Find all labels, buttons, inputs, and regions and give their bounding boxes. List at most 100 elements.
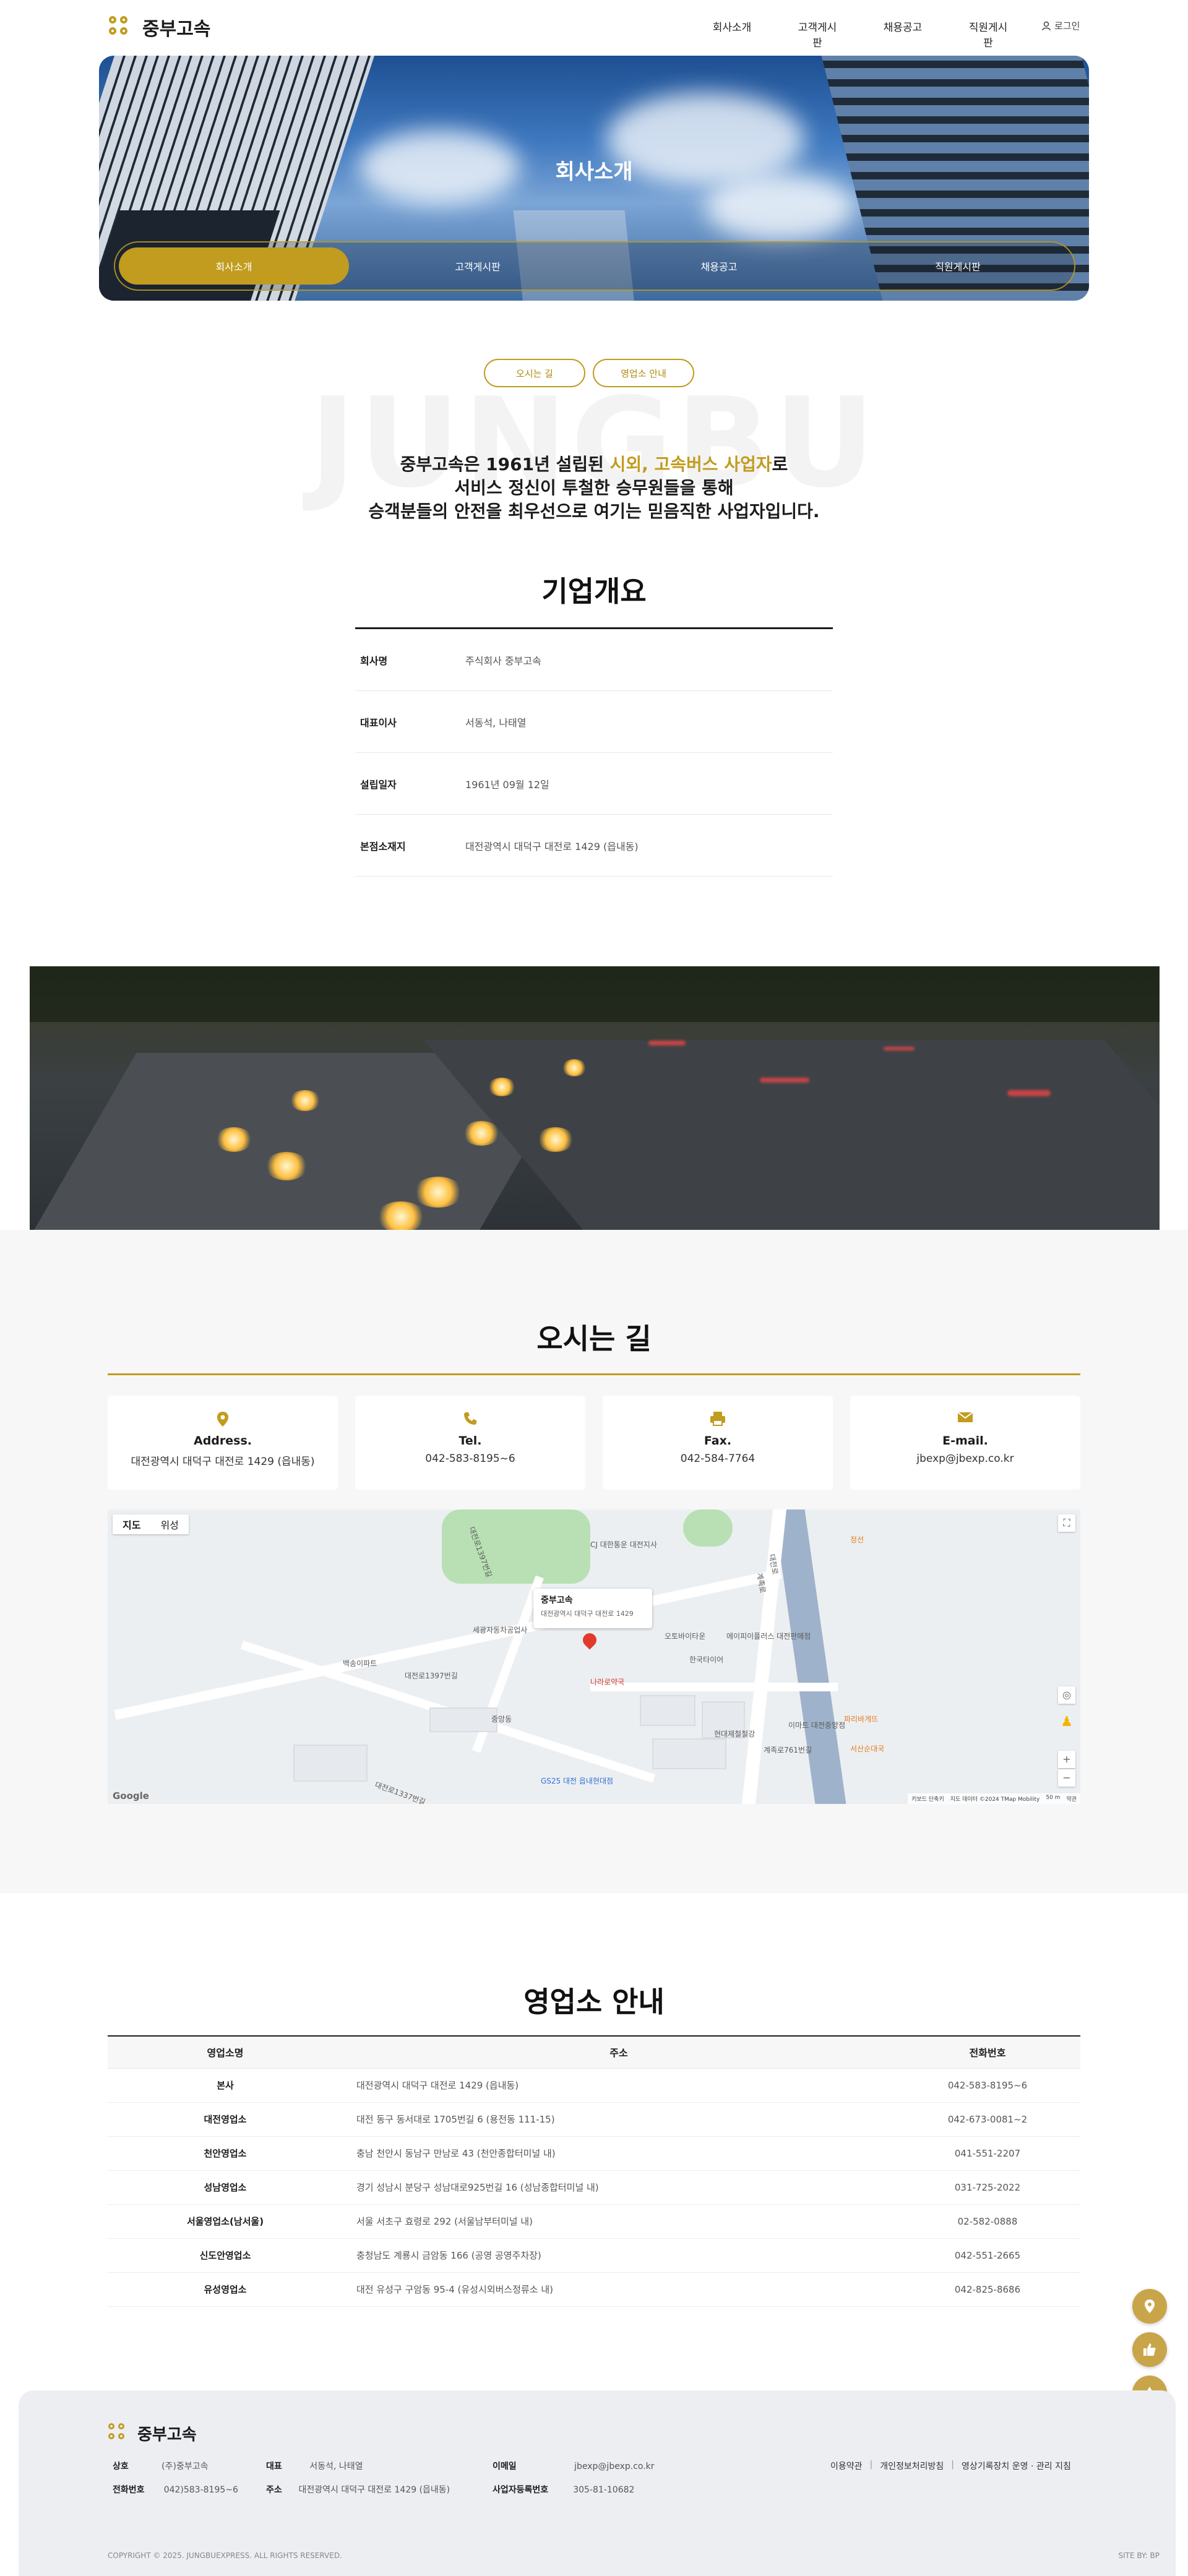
map-shortcuts-link[interactable]: 키보드 단축키 <box>911 1795 944 1803</box>
footer-logo-text: 중부고속 <box>137 2425 197 2444</box>
map-tab-satellite[interactable]: 위성 <box>150 1514 188 1534</box>
site-header: 중부고속 회사소개 고객게시판 채용공고 직원게시판 로그인 <box>0 0 1188 54</box>
map-label: CJ 대한통운 대전지사 <box>590 1540 657 1549</box>
headlight <box>290 1090 321 1111</box>
site-logo[interactable]: 중부고속 <box>108 14 210 41</box>
card-value: 대전광역시 대덕구 대전로 1429 (읍내동) <box>131 1456 315 1468</box>
highway-road-right <box>424 1041 1160 1230</box>
site-footer: 중부고속 상호 (주)중부고속 대표 서동석, 나태열 이메일 jbexp@jb… <box>19 2390 1176 2576</box>
google-logo: Google <box>113 1790 149 1801</box>
footer-link-terms[interactable]: 이용약관 <box>830 2460 863 2472</box>
email-card: E-mail. jbexp@jbexp.co.kr <box>850 1396 1080 1490</box>
headlight <box>537 1127 574 1152</box>
nav-item-recruit[interactable]: 채용공고 <box>879 19 927 49</box>
footer-tel: 전화번호 042)583-8195~6 <box>113 2485 238 2495</box>
map-data-credit: 지도 데이터 ©2024 TMap Mobility <box>950 1797 1040 1803</box>
printer-icon <box>709 1410 726 1428</box>
footer-link-privacy[interactable]: 개인정보처리방침 <box>880 2460 944 2472</box>
card-value: 042-583-8195~6 <box>425 1453 515 1465</box>
branch-address: 충청남도 계룡시 금암동 166 (공영 공영주차장) <box>343 2238 895 2273</box>
footer-email: 이메일 jbexp@jbexp.co.kr <box>493 2462 655 2471</box>
branch-address: 대전 유성구 구암동 95-4 (유성시외버스정류소 내) <box>343 2272 895 2307</box>
branch-address: 대전광역시 대덕구 대전로 1429 (읍내동) <box>343 2068 895 2103</box>
col-header-name: 영업소명 <box>108 2036 343 2069</box>
col-header-address: 주소 <box>343 2036 895 2069</box>
overview-label: 대표이사 <box>360 716 397 729</box>
fullscreen-icon[interactable]: ⛶ <box>1058 1514 1075 1532</box>
map-label: 나라로약국 <box>590 1678 625 1686</box>
headlight <box>215 1127 252 1152</box>
overview-value: 서동석, 나태열 <box>465 716 527 729</box>
login-link[interactable]: 로그인 <box>1042 19 1080 32</box>
hero-tab-bar: 회사소개 고객게시판 채용공고 직원게시판 <box>114 241 1075 291</box>
phone-icon <box>462 1410 479 1428</box>
branch-name: 신도안영업소 <box>108 2238 343 2273</box>
intro-line-1: 중부고속은 1961년 설립된 시외, 고속버스 사업자로 <box>400 454 788 474</box>
map-type-toggle: 지도 위성 <box>113 1514 189 1534</box>
branches-title: 영업소 안내 <box>523 1985 665 2019</box>
card-title: E-mail. <box>942 1434 988 1448</box>
hero-tab-company[interactable]: 회사소개 <box>119 247 349 285</box>
map-label: GS25 대전 읍내현대점 <box>541 1777 614 1785</box>
map-block <box>652 1738 726 1769</box>
footer-links: 이용약관 | 개인정보처리방침 | 영상기록장치 운영 · 관리 지침 <box>830 2460 1071 2472</box>
branch-address: 서울 서초구 효령로 292 (서울남부터미널 내) <box>343 2204 895 2239</box>
footer-link-separator: | <box>951 2460 955 2470</box>
address-card: Address. 대전광역시 대덕구 대전로 1429 (읍내동) <box>108 1396 338 1490</box>
google-map[interactable]: CJ 대한통운 대전지사 대전로1397번길 대전로1337번길 백송이파트 나… <box>108 1509 1080 1804</box>
overview-label: 회사명 <box>360 655 388 667</box>
map-attribution: 키보드 단축키 지도 데이터 ©2024 TMap Mobility 50 m … <box>908 1793 1080 1804</box>
map-tab-map[interactable]: 지도 <box>113 1514 150 1534</box>
map-block <box>429 1707 497 1732</box>
branch-name: 대전영업소 <box>108 2102 343 2137</box>
nav-item-company[interactable]: 회사소개 <box>708 19 756 49</box>
overview-table: 회사명 주식회사 중부고속 대표이사 서동석, 나태열 설립일자 1961년 0… <box>355 627 833 877</box>
map-label: 백송이파트 <box>343 1659 377 1668</box>
nav-item-staff-board[interactable]: 직원게시판 <box>964 19 1012 49</box>
branch-phone: 031-725-2022 <box>895 2170 1080 2205</box>
footer-biz-number: 사업자등록번호 305-81-10682 <box>493 2485 635 2495</box>
map-label: 중앙동 <box>491 1715 512 1724</box>
map-info-window: 중부고속 대전광역시 대덕구 대전로 1429 <box>533 1589 652 1628</box>
pill-location[interactable]: 오시는 길 <box>484 359 585 387</box>
branch-name: 성남영업소 <box>108 2170 343 2205</box>
table-header-row: 영업소명 주소 전화번호 <box>108 2036 1080 2069</box>
table-row: 대전영업소 대전 동구 동서대로 1705번길 6 (용전동 111-15) 0… <box>108 2102 1080 2137</box>
branch-phone: 042-551-2665 <box>895 2238 1080 2273</box>
card-value: 042-584-7764 <box>680 1453 755 1465</box>
zoom-in-icon[interactable]: + <box>1058 1751 1075 1768</box>
map-pin-icon <box>214 1410 231 1428</box>
hero-tab-staff-board[interactable]: 직원게시판 <box>843 247 1073 285</box>
map-road <box>741 1509 787 1804</box>
map-label: 정선 <box>850 1535 864 1544</box>
overview-row: 본점소재지 대전광역시 대덕구 대전로 1429 (읍내동) <box>355 815 833 877</box>
overview-label: 설립일자 <box>360 778 397 791</box>
location-target-icon[interactable]: ◎ <box>1058 1686 1075 1704</box>
hero-tab-recruit[interactable]: 채용공고 <box>604 247 834 285</box>
card-title: Address. <box>194 1434 252 1448</box>
location-icon[interactable] <box>1132 2289 1167 2324</box>
map-label: 오토바이타운 <box>665 1632 706 1641</box>
street-view-icon[interactable]: ♟ <box>1058 1714 1075 1731</box>
zoom-out-icon[interactable]: − <box>1058 1769 1075 1787</box>
map-marker-icon[interactable] <box>580 1630 600 1650</box>
map-terms-link[interactable]: 약관 <box>1066 1795 1077 1803</box>
map-road <box>590 1683 838 1691</box>
map-park <box>683 1509 733 1547</box>
highway-trees <box>30 966 1160 1022</box>
pill-branches[interactable]: 영업소 안내 <box>593 359 694 387</box>
overview-title: 기업개요 <box>541 575 647 608</box>
branches-table: 영업소명 주소 전화번호 본사 대전광역시 대덕구 대전로 1429 (읍내동)… <box>108 2035 1080 2307</box>
map-scale: 50 m <box>1046 1795 1061 1801</box>
branch-phone: 042-583-8195~6 <box>895 2068 1080 2103</box>
taillight <box>760 1078 809 1083</box>
overview-value: 주식회사 중부고속 <box>465 655 541 667</box>
headlight <box>463 1121 500 1146</box>
nav-item-customer-board[interactable]: 고객게시판 <box>793 19 842 49</box>
footer-logo[interactable]: 중부고속 <box>108 2421 197 2445</box>
logo-mark-icon <box>108 2421 131 2445</box>
branch-address: 충남 천안시 동남구 만남로 43 (천안종합터미널 내) <box>343 2136 895 2171</box>
hero-tab-customer-board[interactable]: 고객게시판 <box>363 247 593 285</box>
footer-link-cctv-policy[interactable]: 영상기록장치 운영 · 관리 지침 <box>962 2460 1071 2472</box>
thumbs-up-icon[interactable] <box>1132 2332 1167 2367</box>
